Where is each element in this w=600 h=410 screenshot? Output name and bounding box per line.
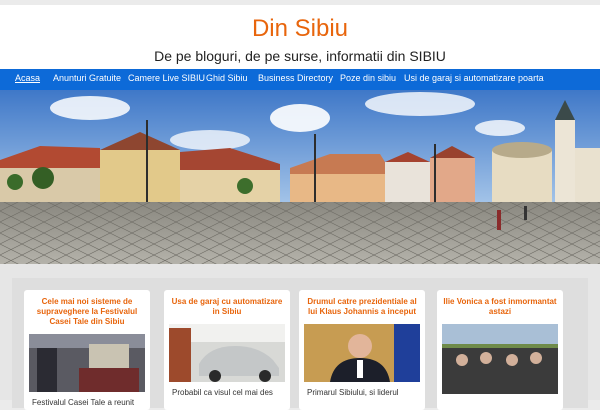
post-thumbnail[interactable] xyxy=(29,334,145,392)
post-card[interactable]: Drumul catre prezidentiale al lui Klaus … xyxy=(299,290,425,410)
post-thumbnail[interactable] xyxy=(169,324,285,382)
nav-item-usi-de-garaj[interactable]: Usi de garaj si automatizare poarta xyxy=(404,73,544,83)
post-card[interactable]: Ilie Vonica a fost inmormantat astazi xyxy=(437,290,563,410)
nav-item-business-directory[interactable]: Business Directory xyxy=(258,73,333,83)
post-title[interactable]: Drumul catre prezidentiale al lui Klaus … xyxy=(303,297,421,317)
nav-item-acasa[interactable]: Acasa xyxy=(15,73,40,83)
post-thumbnail[interactable] xyxy=(442,324,558,394)
nav-item-camere-live[interactable]: Camere Live SIBIU xyxy=(128,73,205,83)
post-card[interactable]: Cele mai noi sisteme de supraveghere la … xyxy=(24,290,150,410)
site-header: Din Sibiu De pe bloguri, de pe surse, in… xyxy=(0,5,600,69)
nav-item-ghid-sibiu[interactable]: Ghid Sibiu xyxy=(206,73,248,83)
sibiu-square-panorama xyxy=(0,90,600,264)
post-title[interactable]: Usa de garaj cu automatizare in Sibiu xyxy=(168,297,286,317)
site-title[interactable]: Din Sibiu xyxy=(0,15,600,43)
post-title[interactable]: Ilie Vonica a fost inmormantat astazi xyxy=(441,297,559,317)
nav-item-poze-din-sibiu[interactable]: Poze din sibiu xyxy=(340,73,396,83)
hero-banner xyxy=(0,90,600,264)
main-navigation: Acasa Anunturi Gratuite Camere Live SIBI… xyxy=(0,69,600,90)
site-tagline: De pe bloguri, de pe surse, informatii d… xyxy=(154,48,446,64)
post-excerpt: Primarul Sibiului, si liderul xyxy=(307,388,399,397)
post-card[interactable]: Usa de garaj cu automatizare in Sibiu Pr… xyxy=(164,290,290,410)
post-title[interactable]: Cele mai noi sisteme de supraveghere la … xyxy=(28,297,146,327)
nav-item-anunturi-gratuite[interactable]: Anunturi Gratuite xyxy=(53,73,121,83)
post-excerpt: Probabil ca visul cel mai des xyxy=(172,388,273,397)
post-thumbnail[interactable] xyxy=(304,324,420,382)
